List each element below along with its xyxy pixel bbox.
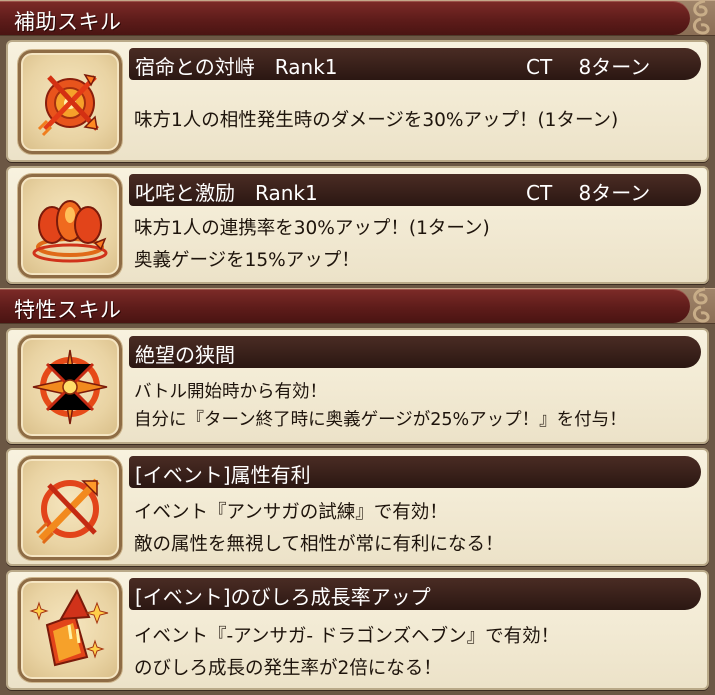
skill-card[interactable]: 絶望の狭間 バトル開始時から有効！ 自分に『ターン終了時に奥義ゲージが25%アッ…	[6, 328, 709, 444]
skill-name-bar: 宿命との対峙 Rank1 CT 8ターン	[129, 48, 701, 80]
section-title: 補助スキル	[14, 10, 122, 34]
skill-icon-frame	[18, 335, 122, 439]
skill-name-bar: [イベント]属性有利	[129, 456, 701, 488]
skill-name-bar: [イベント]のびしろ成長率アップ	[129, 578, 701, 610]
skill-card[interactable]: 宿命との対峙 Rank1 CT 8ターン 味方1人の相性発生時のダメージを30%…	[6, 40, 709, 162]
skill-card[interactable]: [イベント]のびしろ成長率アップ イベント『-アンサガ- ドラゴンズヘブン』で有…	[6, 570, 709, 690]
skill-cooldown: CT 8ターン	[526, 55, 651, 79]
skill-name-bar: 叱咤と激励 Rank1 CT 8ターン	[129, 174, 701, 206]
skill-description-line: 奥義ゲージを15%アップ！	[134, 250, 360, 271]
skill-description-line: 味方1人の相性発生時のダメージを30%アップ！(1ターン)	[134, 110, 619, 131]
skill-card[interactable]: [イベント]属性有利 イベント『アンサガの試練』で有効！ 敵の属性を無視して相性…	[6, 448, 709, 566]
skill-description-line: 敵の属性を無視して相性が常に有利になる！	[134, 534, 504, 555]
rising-arrow-sparkle-icon	[29, 588, 109, 667]
section-title: 特性スキル	[14, 298, 122, 322]
skill-name: 叱咤と激励 Rank1	[135, 181, 318, 205]
slashed-arrow-icon	[35, 478, 100, 545]
skill-card[interactable]: 叱咤と激励 Rank1 CT 8ターン 味方1人の連携率を30%アップ！(1ター…	[6, 166, 709, 284]
scroll-flourish-icon	[693, 0, 710, 35]
section-header-support: 補助スキル	[0, 0, 715, 36]
skill-name: [イベント]属性有利	[135, 463, 311, 487]
scroll-flourish-icon	[693, 287, 710, 323]
skill-description-line: イベント『アンサガの試練』で有効！	[134, 502, 448, 523]
skill-description-line: イベント『-アンサガ- ドラゴンズヘブン』で有効！	[134, 626, 560, 647]
flame-orbs-icon	[32, 200, 108, 263]
skill-name: 宿命との対峙 Rank1	[135, 55, 338, 79]
skill-icon-frame	[18, 578, 122, 682]
skill-icon-frame	[18, 174, 122, 278]
skill-description-line: のびしろ成長の発生率が2倍になる！	[134, 658, 442, 679]
skill-cooldown: CT 8ターン	[526, 181, 651, 205]
skill-description-line: 味方1人の連携率を30%アップ！(1ターン)	[134, 218, 490, 239]
skill-name-bar: 絶望の狭間	[129, 336, 701, 368]
section-header-trait: 特性スキル	[0, 287, 715, 324]
skill-icon-frame	[18, 50, 122, 154]
skill-name: 絶望の狭間	[135, 343, 235, 367]
skill-description-line: バトル開始時から有効！	[134, 382, 328, 402]
skill-description-line: 自分に『ターン終了時に奥義ゲージが25%アップ！』を付与！	[134, 410, 627, 430]
crossed-arrows-shield-icon	[37, 73, 99, 137]
skill-icon-frame	[18, 456, 122, 560]
skill-name: [イベント]のびしろ成長率アップ	[135, 585, 431, 609]
star-ring-icon	[32, 349, 108, 425]
